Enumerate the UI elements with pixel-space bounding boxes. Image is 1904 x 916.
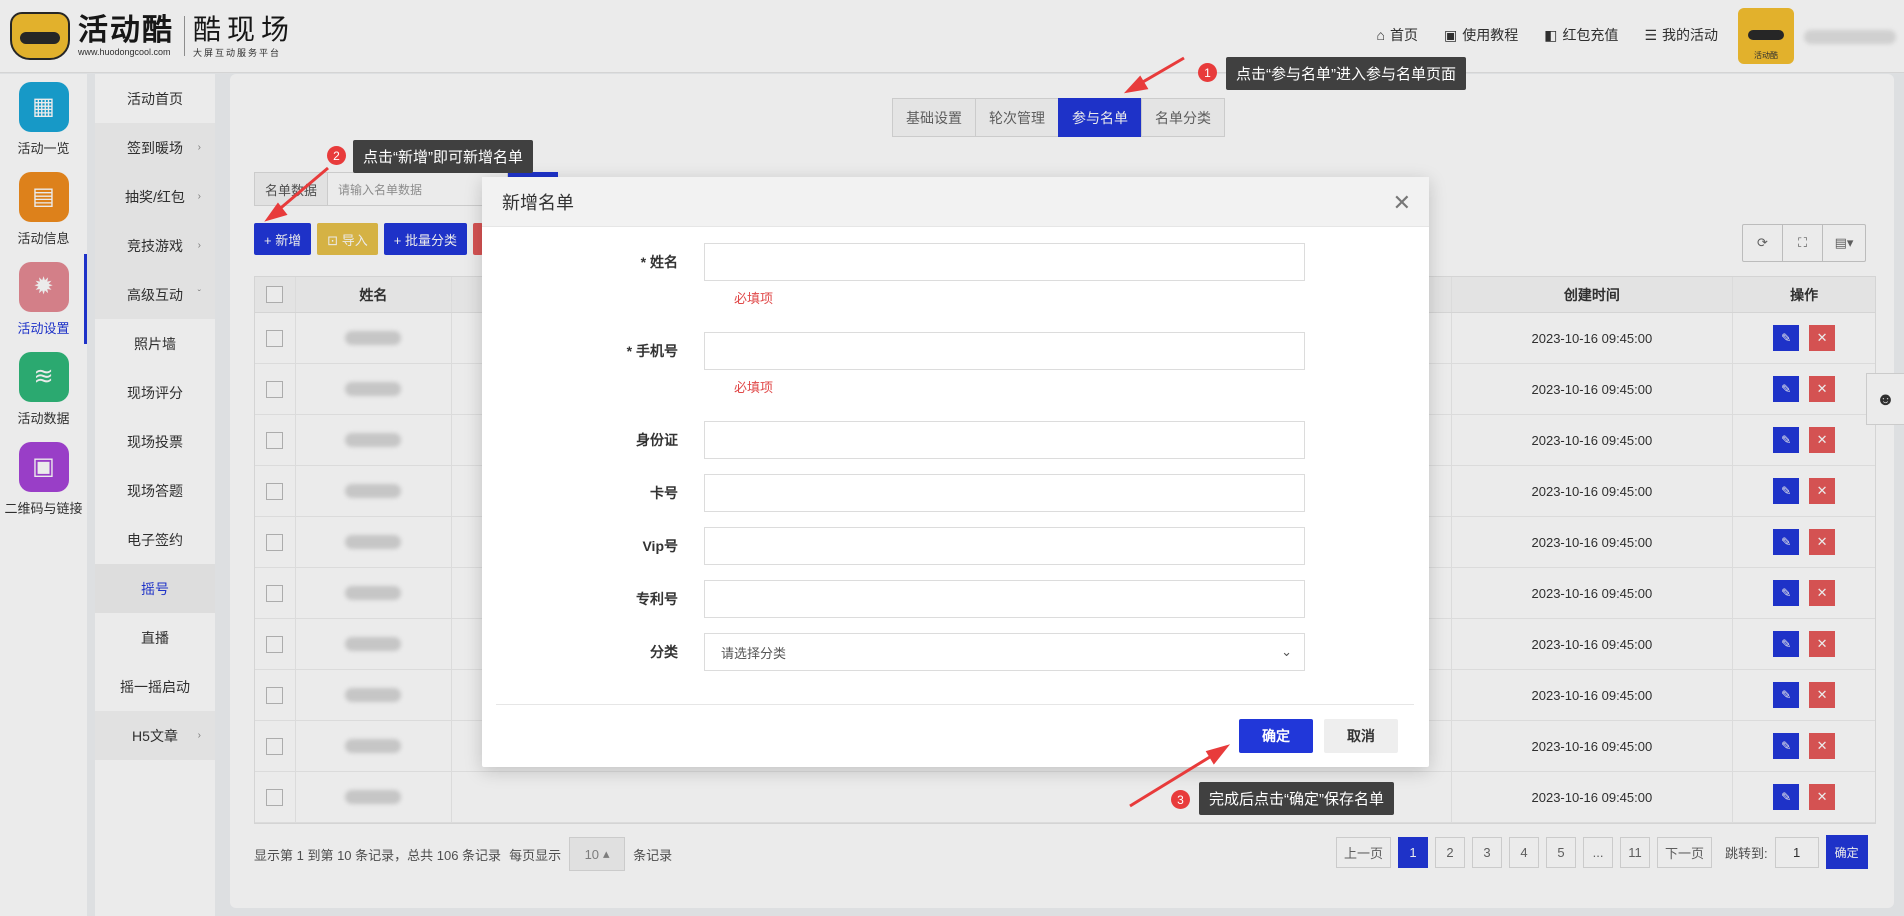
tutorial-arrows bbox=[264, 56, 1231, 808]
arrow-1-head bbox=[1123, 75, 1149, 94]
arrow-3-head bbox=[1205, 744, 1231, 765]
step-1-badge: 1 bbox=[1198, 63, 1217, 82]
callout-3: 完成后点击“确定”保存名单 bbox=[1199, 782, 1394, 815]
callout-2: 点击“新增”即可新增名单 bbox=[353, 140, 533, 173]
step-3-badge: 3 bbox=[1171, 790, 1190, 809]
callout-1: 点击“参与名单”进入参与名单页面 bbox=[1226, 57, 1466, 90]
step-2-badge: 2 bbox=[327, 146, 346, 165]
arrow-2 bbox=[275, 166, 329, 214]
